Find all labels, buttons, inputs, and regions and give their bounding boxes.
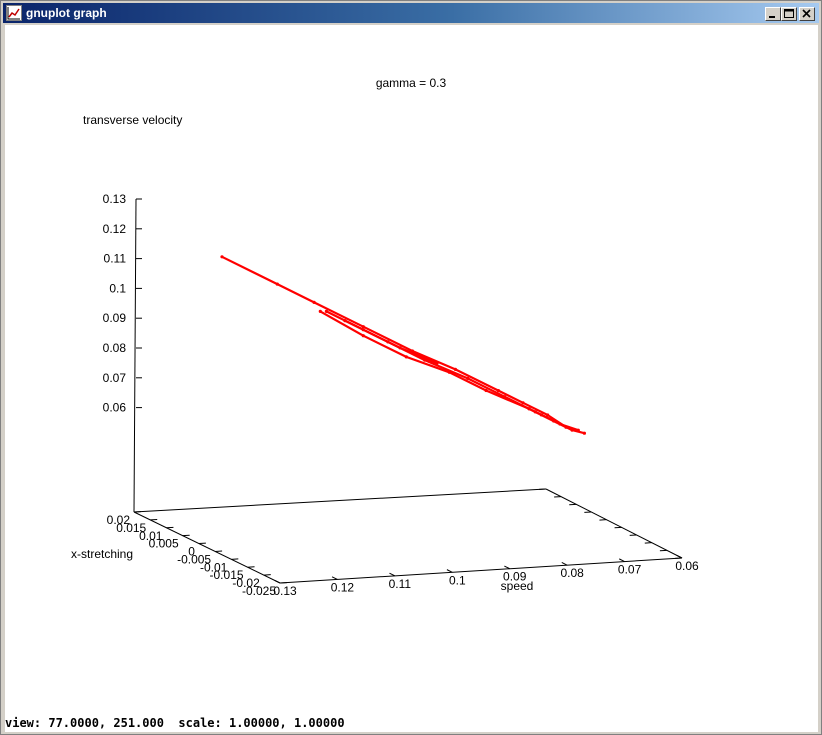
data-point — [521, 401, 525, 405]
data-point — [503, 395, 507, 399]
x-tick-label: 0.1 — [449, 573, 466, 587]
x-tick — [504, 565, 510, 570]
data-point — [539, 413, 544, 417]
data-point — [484, 388, 488, 393]
data-point — [582, 431, 587, 435]
data-point — [546, 413, 550, 417]
title-bar[interactable]: gnuplot graph — [3, 3, 819, 23]
z-axis-label: transverse velocity — [83, 113, 182, 127]
maximize-button[interactable] — [781, 7, 797, 21]
data-point — [361, 334, 365, 338]
data-point — [324, 309, 328, 313]
y-tick-label: -0.025 — [242, 584, 276, 598]
y-tick-label: 0.005 — [149, 537, 179, 551]
x-tick-label: 0.06 — [675, 559, 699, 573]
data-series-line — [325, 310, 439, 365]
x-tick — [561, 562, 568, 566]
x-tick-label: 0.08 — [560, 566, 584, 580]
base-back-edge — [133, 488, 547, 513]
x-tick-label: 0.13 — [273, 584, 297, 598]
x-tick — [389, 572, 396, 577]
x-tick — [331, 576, 338, 580]
data-point — [570, 428, 574, 432]
plot-canvas[interactable]: gamma = 0.3 transverse velocity x-stretc… — [5, 25, 818, 714]
data-point — [220, 255, 224, 259]
view-scale-readout: view: 77.0000, 251.000 scale: 1.00000, 1… — [5, 716, 345, 730]
data-point — [361, 325, 365, 329]
x-tick — [618, 558, 625, 563]
window-title: gnuplot graph — [26, 6, 107, 20]
status-bar: view: 77.0000, 251.000 scale: 1.00000, 1… — [5, 714, 818, 732]
chart-title: gamma = 0.3 — [376, 76, 447, 90]
base-right-edge — [545, 488, 683, 559]
z-tick-label: 0.11 — [104, 252, 127, 266]
x-tick — [274, 579, 281, 584]
minimize-button[interactable] — [765, 7, 781, 21]
data-point — [496, 389, 500, 393]
maximize-icon — [784, 9, 794, 18]
x-tick-label: 0.07 — [618, 563, 642, 577]
data-point — [386, 340, 390, 344]
z-tick-label: 0.13 — [103, 192, 127, 206]
z-tick-label: 0.12 — [103, 222, 127, 236]
data-point — [466, 376, 470, 380]
z-tick-label: 0.08 — [103, 341, 127, 355]
data-point — [343, 319, 347, 323]
z-tick-label: 0.06 — [103, 401, 127, 415]
data-point — [404, 355, 408, 359]
data-point — [423, 358, 427, 362]
data-point — [527, 407, 531, 411]
data-point — [552, 419, 556, 423]
x-tick-label: 0.11 — [389, 577, 412, 591]
x-tick-label: 0.09 — [503, 570, 527, 584]
x-tick — [446, 569, 453, 573]
z-tick-label: 0.07 — [103, 371, 127, 385]
gnuplot-window: gnuplot graph gamma = 0.3 transverse vel… — [0, 0, 822, 735]
close-icon — [802, 9, 811, 18]
minimize-icon — [769, 16, 775, 18]
y-axis-label: x-stretching — [71, 547, 133, 561]
close-button[interactable] — [799, 7, 815, 21]
data-point — [318, 309, 322, 313]
data-point — [275, 282, 279, 286]
data-point — [312, 300, 316, 304]
gnuplot-app-icon[interactable] — [6, 5, 22, 21]
data-point — [453, 367, 457, 371]
x-tick-label: 0.12 — [331, 580, 355, 594]
z-tick-label: 0.1 — [109, 281, 126, 295]
z-tick-label: 0.09 — [103, 311, 127, 325]
z-axis-line — [133, 198, 137, 513]
plot-svg: gamma = 0.3 transverse velocity x-stretc… — [71, 76, 699, 598]
